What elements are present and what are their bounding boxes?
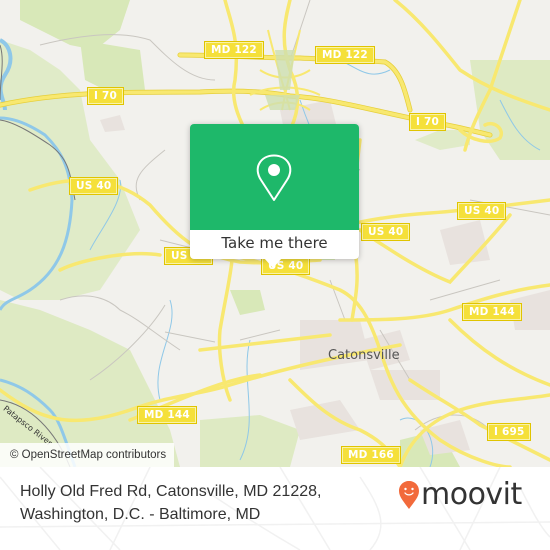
- map-attribution[interactable]: © OpenStreetMap contributors: [0, 443, 175, 467]
- footer: Holly Old Fred Rd, Catonsville, MD 21228…: [0, 467, 550, 550]
- location-pin-icon: [256, 154, 292, 201]
- road-shield-us-40: US 40: [68, 177, 119, 195]
- location-popup: Take me there: [190, 124, 359, 259]
- take-me-there-button[interactable]: Take me there: [190, 230, 359, 259]
- popup-header: [190, 124, 359, 230]
- moovit-wordmark: moovit: [421, 477, 522, 512]
- road-shield-i-70: I 70: [409, 113, 446, 131]
- road-shield-i-70: I 70: [87, 87, 124, 105]
- road-shield-md-144: MD 144: [137, 406, 197, 424]
- road-shield-us-40: US 40: [360, 223, 411, 241]
- popup-pointer: [264, 258, 282, 268]
- moovit-pin-icon: [399, 481, 419, 509]
- road-shield-i-695: I 695: [486, 423, 532, 441]
- road-shield-md-144: MD 144: [462, 303, 522, 321]
- road-shield-us-40: US 40: [456, 202, 507, 220]
- moovit-logo[interactable]: moovit: [398, 480, 522, 510]
- address: Holly Old Fred Rd, Catonsville, MD 21228…: [20, 480, 321, 526]
- road-shield-md-122: MD 122: [204, 41, 264, 59]
- address-line-1: Holly Old Fred Rd, Catonsville, MD 21228…: [20, 483, 322, 500]
- place-label-catonsville: Catonsville: [328, 348, 400, 363]
- road-shield-md-122: MD 122: [315, 46, 375, 64]
- address-line-2: Washington, D.C. - Baltimore, MD: [20, 506, 261, 523]
- road-shield-md-166: MD 166: [341, 446, 401, 464]
